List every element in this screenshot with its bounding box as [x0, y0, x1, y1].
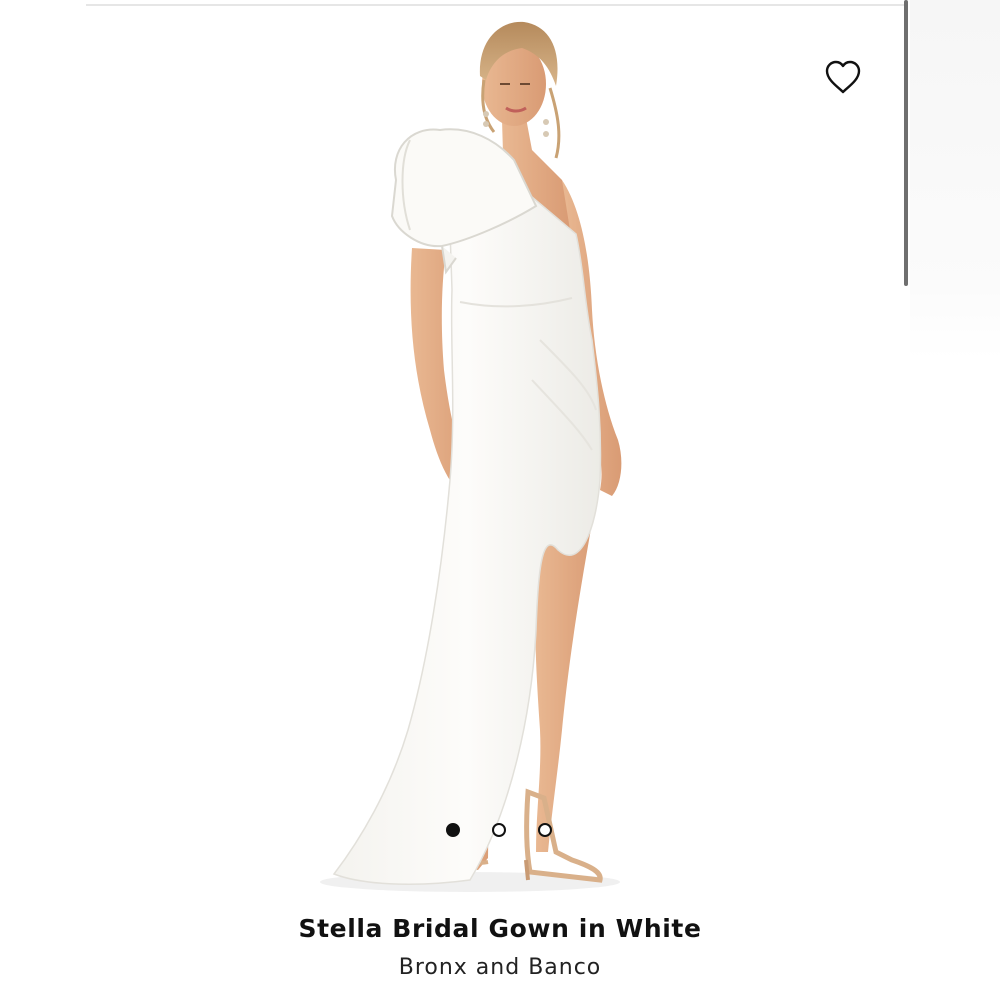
product-image[interactable]	[300, 10, 700, 900]
scrollbar[interactable]	[903, 0, 909, 290]
product-brand[interactable]: Bronx and Banco	[0, 955, 1000, 980]
carousel-dot-2[interactable]	[492, 823, 506, 837]
wishlist-button[interactable]	[822, 58, 864, 98]
product-title[interactable]: Stella Bridal Gown in White	[0, 914, 1000, 943]
heart-outline-icon	[825, 60, 861, 94]
carousel-dot-3[interactable]	[538, 823, 552, 837]
carousel-dot-1[interactable]	[446, 823, 460, 837]
scrollbar-thumb[interactable]	[904, 0, 908, 286]
carousel-pagination	[446, 822, 556, 838]
right-gutter	[910, 0, 1000, 360]
header-divider	[86, 4, 906, 6]
